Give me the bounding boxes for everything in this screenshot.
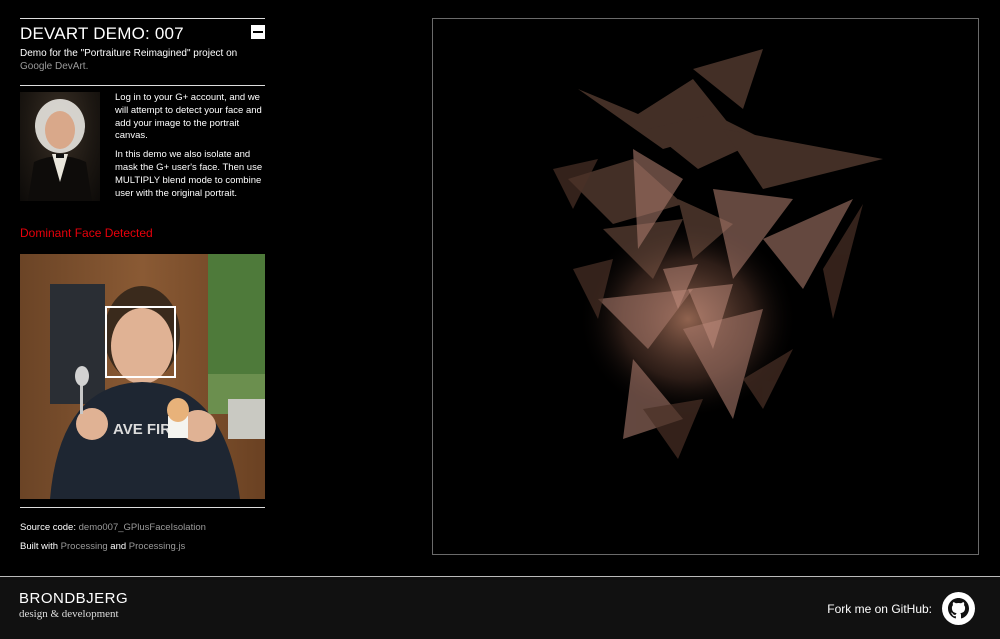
source-code-label: Source code:	[20, 522, 76, 534]
brand-logo[interactable]: BRONDBJERG design & development	[19, 591, 128, 621]
subtitle-text: Demo for the "Portraiture Reimagined" pr…	[20, 48, 238, 59]
generative-portrait	[433, 19, 978, 554]
divider	[20, 85, 265, 86]
intro-paragraph-2: In this demo we also isolate and mask th…	[115, 149, 263, 199]
intro-section: Log in to your G+ account, and we will a…	[20, 92, 265, 206]
portrait-canvas[interactable]	[432, 18, 979, 555]
fork-text: Fork me on GitHub:	[827, 601, 932, 616]
built-with-line: Built with Processing and Processing.js	[20, 541, 265, 552]
status-message: Dominant Face Detected	[20, 226, 153, 241]
sidebar: DEVART DEMO: 007 Demo for the "Portraitu…	[20, 18, 265, 552]
built-with-and: and	[110, 541, 127, 553]
divider	[20, 507, 265, 509]
brand-name: BRONDBJERG	[19, 590, 129, 607]
github-icon[interactable]	[942, 592, 975, 625]
source-code-line: Source code: demo007_GPlusFaceIsolation	[20, 522, 265, 533]
built-with-label: Built with	[20, 541, 59, 553]
top-divider	[20, 18, 265, 19]
google-devart-link[interactable]: Google DevArt.	[20, 61, 88, 72]
processingjs-link[interactable]: Processing.js	[129, 541, 186, 552]
collapse-button[interactable]	[251, 25, 265, 39]
subtitle: Demo for the "Portraiture Reimagined" pr…	[20, 47, 265, 73]
page: DEVART DEMO: 007 Demo for the "Portraitu…	[0, 0, 1000, 639]
portrait-illustration	[28, 99, 92, 201]
page-title: DEVART DEMO: 007	[20, 24, 184, 43]
source-code-link[interactable]: demo007_GPlusFaceIsolation	[79, 522, 206, 533]
original-portrait-thumbnail	[20, 92, 100, 201]
user-photo: AVE FIR	[20, 254, 265, 500]
face-detection-box	[105, 306, 176, 379]
github-fork[interactable]: Fork me on GitHub:	[827, 592, 975, 625]
intro-text: Log in to your G+ account, and we will a…	[115, 92, 265, 206]
footer: BRONDBJERG design & development Fork me …	[0, 576, 1000, 639]
svg-text:AVE FIR: AVE FIR	[113, 421, 171, 438]
processing-link[interactable]: Processing	[61, 541, 108, 552]
brand-tagline: design & development	[19, 608, 119, 620]
title-row: DEVART DEMO: 007	[20, 23, 265, 45]
minus-icon	[253, 31, 263, 33]
intro-paragraph-1: Log in to your G+ account, and we will a…	[115, 92, 262, 142]
